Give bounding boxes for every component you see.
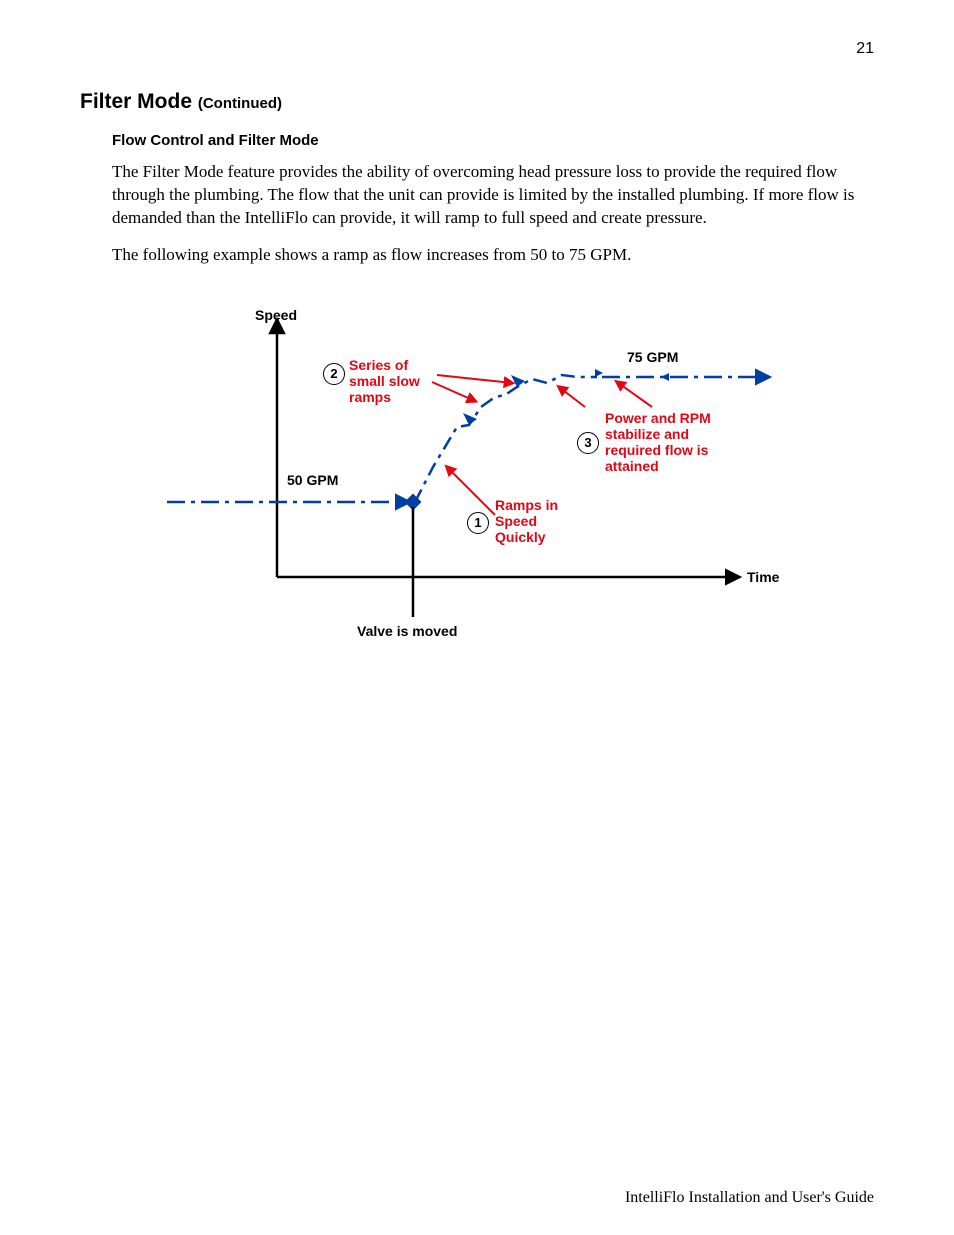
valve-moved-label: Valve is moved xyxy=(357,623,457,639)
marker-3: 3 xyxy=(577,432,599,454)
marker-1: 1 xyxy=(467,512,489,534)
section-title-note: (Continued) xyxy=(198,95,282,112)
callout-1: Ramps in Speed Quickly xyxy=(495,497,558,545)
flow-ramp-figure: Speed Time 50 GPM 75 GPM 1 2 3 Series of… xyxy=(157,307,797,667)
section-title-main: Filter Mode xyxy=(80,90,192,113)
marker-2: 2 xyxy=(323,363,345,385)
page: 21 Filter Mode (Continued) Flow Control … xyxy=(0,0,954,1235)
section-title: Filter Mode (Continued) xyxy=(80,90,874,114)
axis-y-label: Speed xyxy=(255,307,297,323)
page-footer: IntelliFlo Installation and User's Guide xyxy=(625,1189,874,1207)
level-low-label: 50 GPM xyxy=(287,472,338,488)
callout-3: Power and RPM stabilize and required flo… xyxy=(605,410,711,474)
subsection-title: Flow Control and Filter Mode xyxy=(112,132,874,149)
axis-x-label: Time xyxy=(747,569,779,585)
paragraph-1: The Filter Mode feature provides the abi… xyxy=(112,161,872,230)
paragraph-2: The following example shows a ramp as fl… xyxy=(112,244,872,267)
page-number: 21 xyxy=(856,40,874,58)
callout-2: Series of small slow ramps xyxy=(349,357,420,405)
level-high-label: 75 GPM xyxy=(627,349,678,365)
